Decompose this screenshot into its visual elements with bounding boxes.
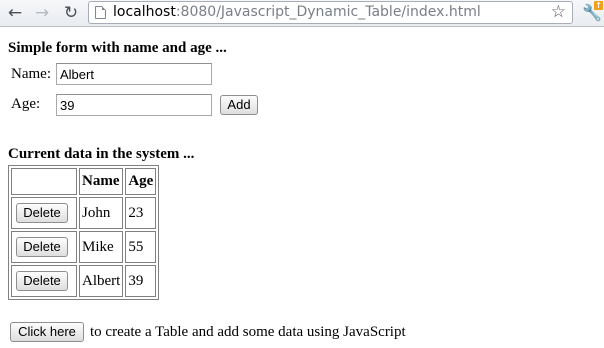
- page-icon: [95, 6, 106, 19]
- form-heading: Simple form with name and age ...: [8, 40, 227, 56]
- name-cell: John: [79, 197, 124, 229]
- url-path: :8080/Javascript_Dynamic_Table/index.htm…: [175, 4, 481, 20]
- name-label: Name:: [11, 66, 51, 82]
- url-host: localhost: [113, 4, 176, 20]
- data-heading: Current data in the system ...: [8, 146, 195, 162]
- age-cell: 55: [125, 231, 157, 263]
- footer-text: to create a Table and add some data usin…: [90, 323, 406, 340]
- action-cell: Delete: [11, 265, 77, 297]
- add-button[interactable]: Add: [220, 95, 258, 115]
- action-cell: Delete: [11, 197, 77, 229]
- forward-arrow-icon[interactable]: →: [32, 3, 52, 23]
- age-label: Age:: [11, 96, 41, 112]
- update-arrow-icon: ↑: [594, 1, 603, 10]
- data-table: Name Age Delete John 23 Delete Mike 55 D…: [8, 165, 160, 300]
- table-row: Delete John 23: [11, 197, 157, 229]
- age-input[interactable]: [56, 94, 212, 116]
- click-here-button[interactable]: Click here: [10, 322, 84, 342]
- table-row: Delete Albert 39: [11, 265, 157, 297]
- table-header-row: Name Age: [11, 168, 157, 195]
- action-cell: Delete: [11, 231, 77, 263]
- table-row: Delete Mike 55: [11, 231, 157, 263]
- column-header-name: Name: [79, 168, 124, 195]
- column-header-age: Age: [125, 168, 157, 195]
- delete-button[interactable]: Delete: [16, 237, 68, 257]
- star-icon[interactable]: ☆: [551, 2, 566, 22]
- url-text[interactable]: localhost:8080/Javascript_Dynamic_Table/…: [113, 4, 481, 20]
- name-cell: Mike: [79, 231, 124, 263]
- age-cell: 39: [125, 265, 157, 297]
- back-arrow-icon[interactable]: ←: [5, 3, 25, 23]
- name-cell: Albert: [79, 265, 124, 297]
- delete-button[interactable]: Delete: [16, 271, 68, 291]
- footer: Click here to create a Table and add som…: [10, 322, 406, 342]
- address-bar[interactable]: localhost:8080/Javascript_Dynamic_Table/…: [88, 1, 573, 24]
- column-header-action: [11, 168, 77, 195]
- page-content: Simple form with name and age ... Name: …: [0, 27, 604, 348]
- browser-toolbar: ← → ↻ localhost:8080/Javascript_Dynamic_…: [0, 0, 604, 27]
- delete-button[interactable]: Delete: [16, 203, 68, 223]
- reload-icon[interactable]: ↻: [61, 3, 81, 23]
- age-cell: 23: [125, 197, 157, 229]
- name-input[interactable]: [56, 63, 212, 85]
